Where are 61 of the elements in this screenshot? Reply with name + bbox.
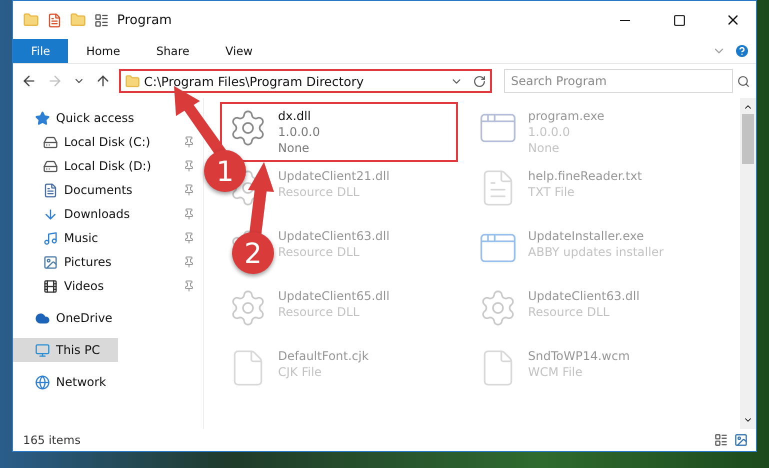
file-detail: Resource DLL [278, 244, 360, 260]
file-detail: 1.0.0.0 [278, 124, 320, 140]
file-name[interactable]: dx.dll [278, 108, 320, 124]
download-icon [43, 206, 58, 222]
pin-icon[interactable] [183, 160, 195, 172]
folder-icon [125, 74, 140, 88]
file-detail: 1.0.0.0 [528, 124, 571, 140]
picture-icon [43, 254, 58, 270]
item-count: 165 items [23, 433, 81, 447]
sidebar-item[interactable]: This PC [13, 338, 118, 362]
pin-icon[interactable] [183, 256, 195, 268]
ribbon-tab[interactable]: File [13, 39, 68, 63]
music-icon [43, 230, 58, 246]
sidebar-item[interactable]: Network [13, 370, 112, 394]
details-view-icon[interactable] [714, 433, 728, 447]
file-detail: None [278, 140, 310, 156]
file-detail: ABBY updates installer [528, 244, 664, 260]
sidebar-item[interactable]: Documents [13, 178, 138, 202]
window-title: Program [117, 12, 173, 28]
pin-icon[interactable] [183, 232, 195, 244]
highlighted-file-item[interactable]: dx.dll 1.0.0.0 None [220, 102, 458, 162]
scrollbar[interactable] [740, 98, 756, 429]
network-icon [35, 374, 50, 390]
star-icon [35, 110, 50, 126]
monitor-icon [35, 342, 50, 358]
file-detail: Resource DLL [278, 184, 360, 200]
pin-icon[interactable] [183, 184, 195, 196]
scroll-thumb[interactable] [742, 114, 754, 164]
cloud-icon [35, 310, 50, 326]
file-detail: None [528, 140, 560, 156]
document-icon [43, 182, 58, 198]
address-field[interactable]: C:\Program Files\Program Directory [119, 69, 492, 93]
drive-icon [43, 134, 58, 150]
file-detail: Resource DLL [528, 304, 610, 320]
sidebar-item[interactable]: Videos [13, 274, 110, 298]
maximize-icon [672, 14, 686, 26]
sidebar-item[interactable]: Downloads [13, 202, 136, 226]
file-detail: WCM File [528, 364, 584, 380]
large-icons-view-icon[interactable] [734, 433, 748, 447]
sidebar-item[interactable]: Pictures [13, 250, 118, 274]
drive-icon [43, 158, 58, 174]
sidebar-item[interactable]: Quick access [13, 106, 140, 130]
layout-icon[interactable] [94, 12, 109, 28]
file-detail: Resource DLL [278, 304, 360, 320]
file-detail: TXT File [528, 184, 576, 200]
folder-icon[interactable] [23, 12, 39, 28]
help-icon[interactable] [734, 43, 750, 59]
new-folder-icon[interactable] [70, 12, 86, 28]
sidebar-item[interactable]: OneDrive [13, 306, 118, 330]
properties-icon[interactable] [47, 12, 62, 28]
sidebar-item[interactable]: Local Disk (C:) [13, 130, 156, 154]
pin-icon[interactable] [183, 136, 195, 148]
pin-icon[interactable] [183, 208, 195, 220]
pin-icon[interactable] [183, 280, 195, 292]
sidebar-item[interactable]: Music [13, 226, 104, 250]
search-field[interactable]: Search Program [504, 69, 733, 93]
search-icon[interactable] [737, 74, 750, 88]
refresh-icon[interactable] [473, 74, 486, 88]
sidebar-item[interactable]: Local Disk (D:) [13, 154, 158, 178]
film-icon [43, 278, 58, 294]
file-detail: CJK File [278, 364, 323, 380]
